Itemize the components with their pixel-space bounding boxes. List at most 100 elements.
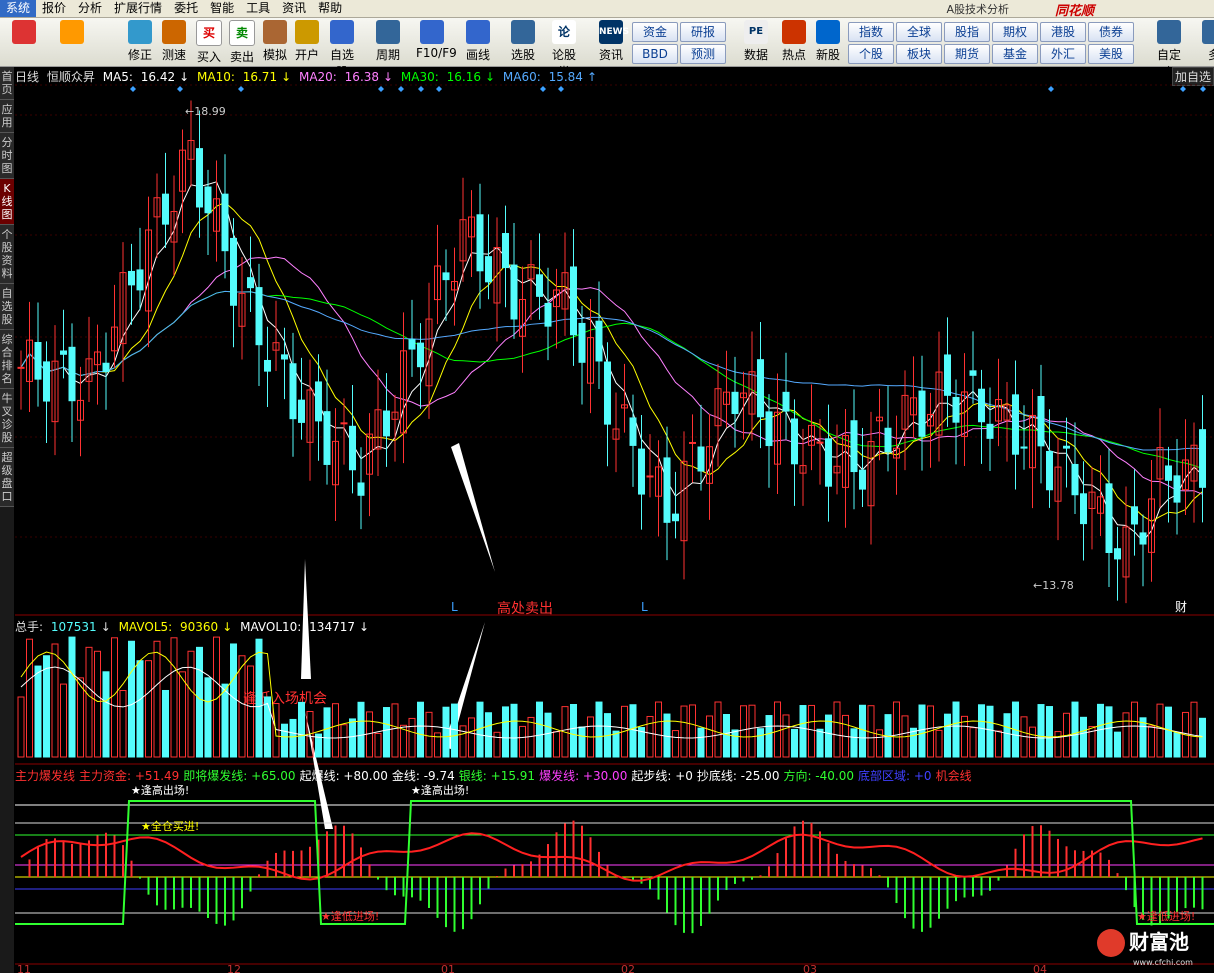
marker-cai: 财 bbox=[1175, 600, 1187, 614]
candle-body bbox=[952, 396, 960, 423]
market-button-5[interactable]: 债券 bbox=[1088, 22, 1134, 42]
volume-bar bbox=[595, 701, 603, 758]
sidebar-tab-3[interactable]: K线图 bbox=[0, 179, 14, 225]
sidebar-tab-7[interactable]: 牛叉诊股 bbox=[0, 389, 14, 448]
candle-body bbox=[349, 425, 356, 471]
chart-svg[interactable]: ←18.99←13.78L L 财高处卖出逢低入场机会★逢高出场! ★逢高出场!★全仓… bbox=[15, 67, 1214, 973]
volume-bar bbox=[162, 689, 169, 758]
menu-item-5[interactable]: 智能 bbox=[204, 0, 240, 17]
volume-bar bbox=[697, 727, 705, 758]
toolbar-icon-1 bbox=[60, 20, 84, 44]
menu-item-1[interactable]: 报价 bbox=[36, 0, 72, 17]
candle-body bbox=[1165, 465, 1172, 481]
volume-bar bbox=[1122, 712, 1130, 758]
signal-diamond-7 bbox=[540, 86, 546, 92]
fund-button-3[interactable]: 预测 bbox=[680, 44, 726, 64]
market-button-7[interactable]: 板块 bbox=[896, 44, 942, 64]
toolbar-button-17[interactable]: 新股 bbox=[812, 20, 844, 63]
volume-bar bbox=[655, 701, 662, 758]
menu-item-4[interactable]: 委托 bbox=[168, 0, 204, 17]
market-button-11[interactable]: 美股 bbox=[1088, 44, 1134, 64]
candle-body bbox=[944, 354, 951, 396]
fund-button-1[interactable]: 研报 bbox=[680, 22, 726, 42]
signal-diamond-5 bbox=[418, 86, 424, 92]
volume-bar bbox=[170, 637, 178, 758]
menu-bar: 系统 报价 分析 扩展行情 委托 智能 工具 资讯 帮助 bbox=[0, 0, 1214, 18]
sidebar-tab-8[interactable]: 超级盘口 bbox=[0, 448, 14, 507]
sidebar-tab-4[interactable]: 个股资料 bbox=[0, 225, 14, 284]
market-button-9[interactable]: 基金 bbox=[992, 44, 1038, 64]
market-button-0[interactable]: 指数 bbox=[848, 22, 894, 42]
volume-bar bbox=[1114, 731, 1121, 758]
candle-body bbox=[1173, 475, 1181, 503]
candle-body bbox=[1105, 483, 1113, 554]
candle-body bbox=[765, 411, 773, 447]
volume-bar bbox=[1139, 717, 1147, 758]
menu-item-3[interactable]: 扩展行情 bbox=[108, 0, 168, 17]
ma60-line bbox=[20, 290, 1203, 451]
candle-body bbox=[230, 237, 237, 306]
volume-bar bbox=[102, 671, 110, 758]
sidebar-tab-1[interactable]: 应用 bbox=[0, 100, 14, 133]
market-button-1[interactable]: 全球 bbox=[896, 22, 942, 42]
toolbar-button-9[interactable]: 周期 bbox=[372, 20, 404, 63]
volume-bar bbox=[493, 731, 501, 758]
marker-L-0: L bbox=[451, 600, 458, 614]
toolbar-button-3[interactable]: 测速 bbox=[158, 20, 190, 63]
candle-body bbox=[859, 469, 866, 490]
volume-bar bbox=[859, 704, 866, 758]
market-button-8[interactable]: 期货 bbox=[944, 44, 990, 64]
sidebar-tab-6[interactable]: 综合排名 bbox=[0, 330, 14, 389]
candle-body bbox=[1080, 493, 1087, 525]
toolbar-button-6[interactable]: 模拟 bbox=[259, 20, 291, 63]
toolbar-button-16[interactable]: 热点 bbox=[778, 20, 810, 63]
volume-bar bbox=[43, 655, 50, 758]
market-button-3[interactable]: 期权 bbox=[992, 22, 1038, 42]
candle-body bbox=[476, 214, 484, 272]
menu-item-8[interactable]: 帮助 bbox=[312, 0, 348, 17]
market-button-2[interactable]: 股指 bbox=[944, 22, 990, 42]
fund-button-2[interactable]: BBD bbox=[632, 44, 678, 64]
menu-item-7[interactable]: 资讯 bbox=[276, 0, 312, 17]
toolbar-button-10[interactable]: F10/F9 bbox=[416, 20, 457, 60]
toolbar-button-11[interactable]: 画线 bbox=[462, 20, 494, 63]
volume-bar bbox=[502, 706, 509, 758]
menu-item-0[interactable]: 系统 bbox=[0, 0, 37, 17]
toolbar-button-0[interactable] bbox=[8, 20, 40, 46]
volume-bar bbox=[731, 729, 739, 758]
watermark-logo bbox=[1097, 929, 1125, 957]
toolbar-button-14[interactable]: NEWS 资讯 bbox=[595, 20, 629, 63]
volume-bar bbox=[145, 660, 152, 758]
volume-bar bbox=[910, 727, 917, 758]
fund-button-0[interactable]: 资金 bbox=[632, 22, 678, 42]
indicator-signal-1: ★逢高出场! bbox=[411, 783, 469, 797]
toolbar-button-4[interactable]: 买买入 bbox=[193, 20, 225, 65]
toolbar-button-12[interactable]: 选股 bbox=[507, 20, 539, 63]
toolbar-button-19[interactable]: 多 bbox=[1198, 20, 1214, 63]
low-price-label: ←13.78 bbox=[1033, 579, 1074, 592]
toolbar-button-1[interactable] bbox=[56, 20, 88, 46]
menu-item-6[interactable]: 工具 bbox=[240, 0, 276, 17]
volume-bar bbox=[799, 705, 807, 758]
candle-body bbox=[697, 446, 705, 472]
chart-area[interactable]: 日线 恒顺众昇 MA5: 16.42 ↓ MA10: 16.71 ↓ MA20: 1… bbox=[15, 67, 1214, 973]
market-button-10[interactable]: 外汇 bbox=[1040, 44, 1086, 64]
menu-item-2[interactable]: 分析 bbox=[72, 0, 108, 17]
market-button-4[interactable]: 港股 bbox=[1040, 22, 1086, 42]
toolbar-button-5[interactable]: 卖卖出 bbox=[226, 20, 258, 65]
toolbar-button-2[interactable]: 修正 bbox=[124, 20, 156, 63]
candle-body bbox=[43, 361, 50, 402]
sidebar-tab-5[interactable]: 自选股 bbox=[0, 284, 14, 330]
candle-body bbox=[204, 186, 212, 214]
volume-bar bbox=[978, 704, 985, 758]
sidebar-tab-2[interactable]: 分时图 bbox=[0, 133, 14, 179]
brand-logo: 同花顺 bbox=[1054, 4, 1094, 19]
candle-body bbox=[1063, 445, 1070, 449]
sidebar-tab-0[interactable]: 首页 bbox=[0, 67, 14, 100]
toolbar-button-7[interactable]: 开户 bbox=[291, 20, 323, 63]
market-button-6[interactable]: 个股 bbox=[848, 44, 894, 64]
toolbar-button-15[interactable]: PE 数据 bbox=[740, 20, 772, 63]
volume-bar bbox=[255, 638, 263, 758]
volume-bar bbox=[60, 683, 67, 758]
candle-body bbox=[128, 270, 135, 286]
